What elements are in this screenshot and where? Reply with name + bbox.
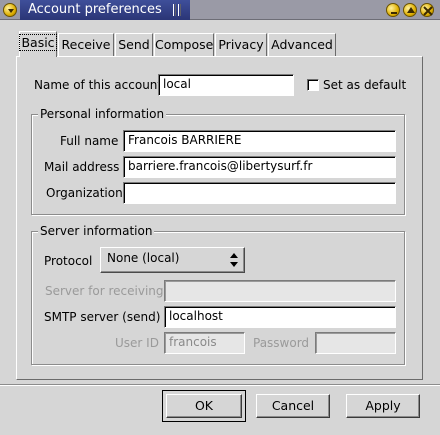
full-name-input[interactable]: Francois BARRIERE <box>123 130 396 152</box>
smtp-server-label: SMTP server (send) <box>44 310 161 324</box>
server-receiving-input[interactable] <box>164 280 396 302</box>
maximize-icon[interactable] <box>403 3 417 17</box>
tab-basic[interactable]: Basic <box>19 31 57 57</box>
server-receiving-label: Server for receiving <box>45 284 164 298</box>
window-menu-icon[interactable] <box>3 3 17 17</box>
tab-send[interactable]: Send <box>115 33 153 56</box>
tab-compose[interactable]: Compose <box>154 33 214 56</box>
password-label: Password <box>253 336 310 350</box>
server-info-title: Server information <box>38 224 155 238</box>
personal-info-title: Personal information <box>38 107 167 121</box>
mail-address-input[interactable]: barriere.francois@libertysurf.fr <box>123 156 396 178</box>
button-separator <box>0 384 440 386</box>
protocol-value: None (local) <box>107 251 180 265</box>
tab-label: Basic <box>19 34 57 51</box>
tab-receive[interactable]: Receive <box>58 33 114 56</box>
user-id-input[interactable]: francois <box>164 332 245 354</box>
organization-label: Organization <box>46 186 123 200</box>
cancel-button[interactable]: Cancel <box>256 394 330 418</box>
apply-button[interactable]: Apply <box>346 394 420 418</box>
set-default-checkbox[interactable] <box>307 79 319 91</box>
account-name-label: Name of this account <box>34 78 163 92</box>
smtp-server-input[interactable]: localhost <box>164 306 396 328</box>
ok-button[interactable]: OK <box>162 390 246 422</box>
protocol-select[interactable]: None (local) <box>100 247 245 273</box>
organization-input[interactable] <box>123 182 396 204</box>
tab-privacy[interactable]: Privacy <box>215 33 267 56</box>
up-down-arrows-icon <box>230 253 238 267</box>
full-name-label: Full name <box>60 134 119 148</box>
title-grip <box>173 4 176 16</box>
account-name-input[interactable]: local <box>158 74 294 96</box>
minimize-icon[interactable] <box>386 3 400 17</box>
password-input[interactable] <box>315 332 396 354</box>
window-title: Account preferences <box>28 2 162 17</box>
close-icon[interactable] <box>420 3 434 17</box>
mail-address-label: Mail address <box>44 160 120 174</box>
user-id-label: User ID <box>115 336 159 350</box>
set-default-label: Set as default <box>323 78 407 92</box>
tab-advanced[interactable]: Advanced <box>268 33 336 56</box>
title-grip <box>178 4 181 16</box>
protocol-label: Protocol <box>44 254 93 268</box>
